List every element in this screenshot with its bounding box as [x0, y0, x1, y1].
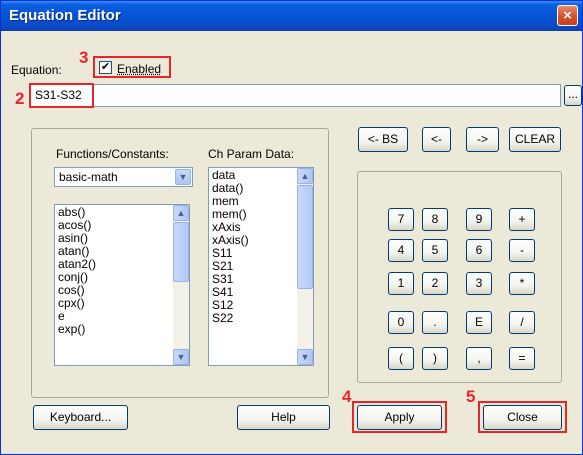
- scroll-up-icon[interactable]: ▲: [173, 205, 189, 221]
- keypad-key[interactable]: 1: [388, 272, 414, 295]
- list-item[interactable]: cpx(): [55, 297, 189, 310]
- annotation-2: 2: [15, 89, 25, 108]
- backspace-button[interactable]: <- BS: [358, 127, 408, 152]
- checkmark-icon: ✔: [100, 61, 111, 73]
- scroll-down-icon[interactable]: ▼: [297, 349, 313, 365]
- annotation-4: 4: [342, 387, 352, 406]
- functions-dropdown-value: basic-math: [59, 170, 118, 184]
- window-close-icon[interactable]: ×: [557, 5, 578, 26]
- params-label: Ch Param Data:: [208, 147, 295, 161]
- close-button[interactable]: Close: [483, 405, 562, 430]
- clear-button[interactable]: CLEAR: [509, 127, 561, 152]
- functions-label: Functions/Constants:: [56, 147, 169, 161]
- keypad-key[interactable]: E: [466, 311, 492, 334]
- keypad-key[interactable]: 2: [422, 272, 448, 295]
- functions-dropdown[interactable]: basic-math ▼: [54, 167, 193, 187]
- equation-highlight: [29, 83, 94, 108]
- equation-field[interactable]: S31-S32: [30, 84, 561, 107]
- cursor-right-button[interactable]: ->: [466, 127, 499, 152]
- functions-list-items: abs() acos() asin() atan() atan2() conj() cos(…: [55, 205, 189, 336]
- annotation-3: 3: [79, 48, 89, 67]
- chevron-down-icon[interactable]: ▼: [175, 169, 191, 185]
- keypad-key[interactable]: 9: [466, 208, 492, 231]
- keypad-key[interactable]: +: [509, 208, 535, 231]
- functions-list[interactable]: abs() acos() asin() atan() atan2() conj() cos(…: [54, 204, 190, 366]
- keypad-key[interactable]: 3: [466, 272, 492, 295]
- annotation-5: 5: [466, 387, 476, 406]
- keypad-key[interactable]: 8: [422, 208, 448, 231]
- keypad-key[interactable]: .: [422, 311, 448, 334]
- keyboard-button[interactable]: Keyboard...: [33, 405, 128, 430]
- browse-button[interactable]: ...: [564, 85, 582, 106]
- scroll-down-icon[interactable]: ▼: [173, 349, 189, 365]
- scroll-up-icon[interactable]: ▲: [297, 168, 313, 184]
- keypad-key[interactable]: ): [422, 347, 448, 370]
- equation-editor-window: Equation Editor × Equation: 3 ✔ Enabled …: [0, 0, 583, 455]
- keypad-key[interactable]: *: [509, 272, 535, 295]
- keypad-key[interactable]: -: [509, 239, 535, 262]
- enabled-checkbox[interactable]: ✔: [99, 61, 112, 74]
- keypad-key[interactable]: ,: [466, 347, 492, 370]
- params-list[interactable]: data data() mem mem() xAxis xAxis() S11 S21 S31 S…: [208, 167, 314, 366]
- list-item[interactable]: exp(): [55, 323, 189, 336]
- keypad-key[interactable]: 4: [388, 239, 414, 262]
- scroll-thumb[interactable]: [297, 185, 313, 289]
- keypad-key[interactable]: 5: [422, 239, 448, 262]
- scroll-thumb[interactable]: [173, 222, 189, 282]
- window-title: Equation Editor: [9, 7, 121, 24]
- keypad-key[interactable]: 0: [388, 311, 414, 334]
- title-bar[interactable]: Equation Editor ×: [1, 1, 582, 31]
- keypad-key[interactable]: 6: [466, 239, 492, 262]
- help-button[interactable]: Help: [237, 405, 330, 430]
- keypad-key[interactable]: =: [509, 347, 535, 370]
- enabled-label: Enabled: [117, 62, 162, 76]
- keypad-key[interactable]: (: [388, 347, 414, 370]
- functions-scrollbar[interactable]: ▲ ▼: [173, 205, 189, 365]
- equation-label: Equation:: [11, 63, 62, 77]
- apply-button[interactable]: Apply: [357, 405, 442, 430]
- params-scrollbar[interactable]: ▲ ▼: [297, 168, 313, 365]
- keypad-key[interactable]: /: [509, 311, 535, 334]
- cursor-left-button[interactable]: <-: [422, 127, 451, 152]
- keypad-key[interactable]: 7: [388, 208, 414, 231]
